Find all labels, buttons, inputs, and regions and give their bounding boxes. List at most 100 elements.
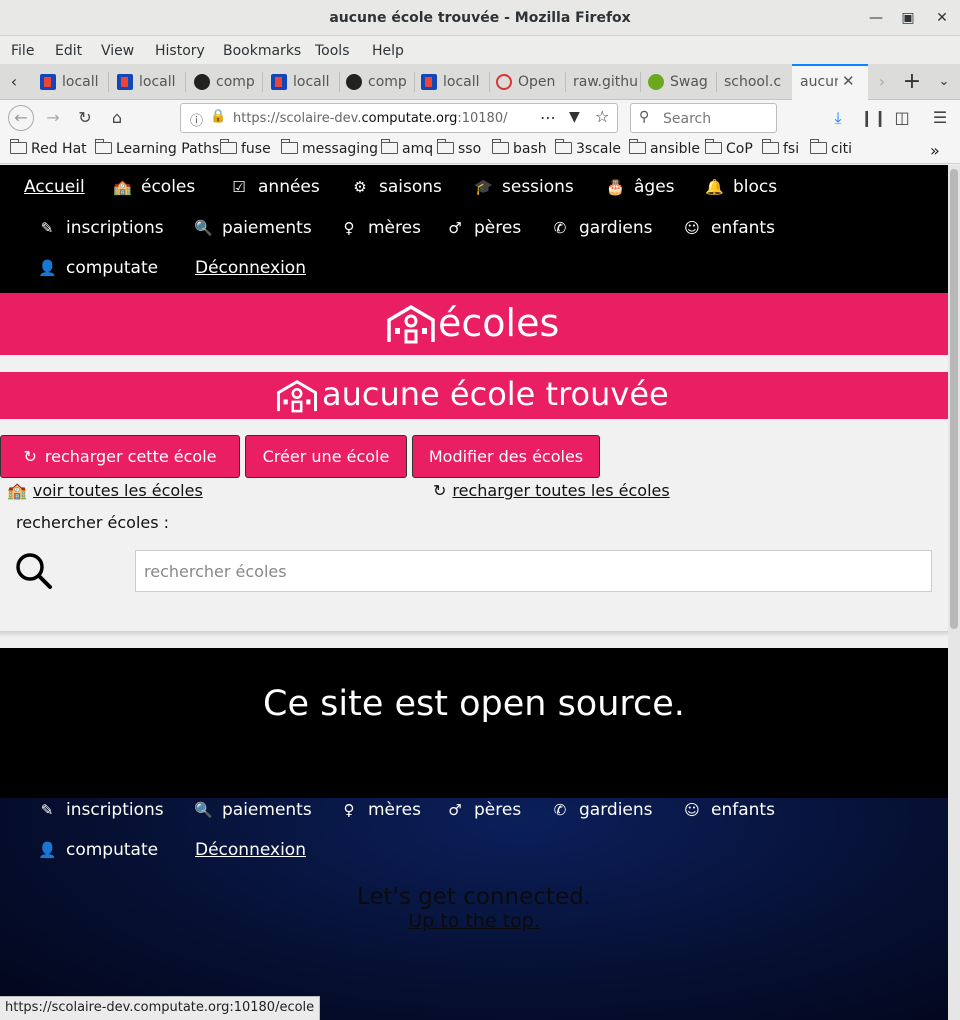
- back-icon[interactable]: ←: [8, 105, 34, 131]
- search-box[interactable]: ⚲ Search: [630, 103, 777, 133]
- browser-tab[interactable]: locall: [263, 64, 339, 100]
- url-text: https://scolaire-dev.computate.org:10180…: [233, 111, 508, 126]
- swagger-icon: [648, 74, 664, 90]
- browser-tab[interactable]: Swag: [641, 64, 717, 100]
- create-school-button[interactable]: Créer une école: [245, 435, 407, 478]
- nav-gardiens[interactable]: ✆ gardiens: [551, 218, 653, 238]
- footer-nav-peres[interactable]: ♂ pères: [446, 800, 521, 820]
- nav-saisons[interactable]: ⚙ saisons: [351, 177, 442, 197]
- pocket-icon[interactable]: ▼: [569, 109, 580, 125]
- tab-favicon-icon: [117, 74, 133, 90]
- menu-bookmarks[interactable]: Bookmarks: [223, 43, 301, 59]
- page-actions-icon[interactable]: ⋯: [540, 108, 556, 127]
- minimize-icon[interactable]: —: [866, 8, 886, 28]
- page-viewport: Accueil 🏫 écoles ☑ années ⚙ saisons 🎓 sessio…: [0, 165, 948, 1020]
- bookmark-folder[interactable]: fuse: [219, 139, 271, 157]
- tab-list-icon[interactable]: ⌄: [934, 72, 954, 92]
- url-bar[interactable]: ⓘ 🔒 https://scolaire-dev.computate.org:1…: [180, 103, 618, 133]
- bookmark-folder[interactable]: CoP: [704, 139, 753, 157]
- browser-tab[interactable]: locall: [32, 64, 108, 100]
- browser-tab[interactable]: school.c: [717, 64, 791, 100]
- reload-school-button[interactable]: ↻ recharger cette école: [0, 435, 240, 478]
- bookmark-folder[interactable]: Red Hat: [9, 139, 87, 157]
- browser-tab[interactable]: locall: [109, 64, 185, 100]
- download-icon[interactable]: ⤓: [828, 108, 848, 128]
- footer-nav-gardiens[interactable]: ✆ gardiens: [551, 800, 653, 820]
- nav-meres[interactable]: ♀ mères: [340, 218, 421, 238]
- nav-accueil[interactable]: Accueil: [24, 177, 85, 197]
- bookmark-folder[interactable]: ansible: [628, 139, 700, 157]
- bookmark-folder[interactable]: bash: [491, 139, 547, 157]
- calendar-check-icon: ☑: [232, 178, 246, 196]
- school-search-field[interactable]: [135, 550, 932, 592]
- folder-icon: [219, 139, 237, 154]
- bookmark-folder[interactable]: messaging: [280, 139, 378, 157]
- nav-inscriptions[interactable]: ✎ inscriptions: [38, 218, 164, 238]
- reload-icon[interactable]: ↻: [75, 108, 95, 128]
- nav-annees[interactable]: ☑ années: [230, 177, 319, 197]
- footer-nav-inscriptions[interactable]: ✎ inscriptions: [38, 800, 164, 820]
- nav-sessions[interactable]: 🎓 sessions: [474, 177, 574, 197]
- tab-close-icon[interactable]: ✕: [842, 72, 855, 90]
- modify-schools-button[interactable]: Modifier des écoles: [412, 435, 600, 478]
- nav-blocs[interactable]: 🔔 blocs: [705, 177, 777, 197]
- bookmark-folder[interactable]: amq: [380, 139, 433, 157]
- nav-paiements[interactable]: 🔍 paiements: [194, 218, 312, 238]
- home-icon[interactable]: ⌂: [107, 108, 127, 128]
- female-icon: ♀: [343, 219, 355, 237]
- footer-nav-enfants[interactable]: ☺ enfants: [683, 800, 775, 820]
- reload-all-schools-link[interactable]: ↻ recharger toutes les écoles: [433, 481, 670, 500]
- footer-nav-computate[interactable]: 👤 computate: [38, 840, 158, 860]
- menu-tools[interactable]: Tools: [315, 43, 350, 59]
- browser-tab[interactable]: raw.githu: [566, 64, 640, 100]
- view-all-schools-link[interactable]: 🏫 voir toutes les écoles: [7, 481, 203, 500]
- info-icon[interactable]: ⓘ: [190, 110, 203, 129]
- page-scrollbar[interactable]: [948, 165, 960, 1020]
- sidebar-icon[interactable]: ◫: [892, 108, 912, 128]
- bookmark-folder[interactable]: Learning Paths: [94, 139, 219, 157]
- menu-history[interactable]: History: [155, 43, 205, 59]
- bookmark-folder[interactable]: sso: [436, 139, 481, 157]
- close-icon[interactable]: ✕: [932, 8, 952, 28]
- bookmark-folder[interactable]: 3scale: [554, 139, 621, 157]
- navigation-toolbar: ← → ↻ ⌂ ⓘ 🔒 https://scolaire-dev.computa…: [0, 100, 960, 136]
- new-tab-icon[interactable]: +: [902, 71, 922, 93]
- browser-tab[interactable]: locall: [415, 64, 491, 100]
- nav-deconnexion[interactable]: Déconnexion: [195, 258, 306, 278]
- hamburger-menu-icon[interactable]: ☰: [930, 108, 950, 128]
- bookmarks-overflow-icon[interactable]: »: [930, 141, 940, 160]
- browser-tab[interactable]: comp: [186, 64, 262, 100]
- footer-nav-paiements[interactable]: 🔍 paiements: [194, 800, 312, 820]
- page-heading: aucune école trouvée: [0, 372, 948, 419]
- nav-computate[interactable]: 👤 computate: [38, 258, 158, 278]
- up-to-top-link[interactable]: Up to the top.: [0, 910, 948, 932]
- footer-nav-meres[interactable]: ♀ mères: [340, 800, 421, 820]
- nav-ages[interactable]: 🎂 âges: [606, 177, 675, 197]
- nav-enfants[interactable]: ☺ enfants: [683, 218, 775, 238]
- menu-file[interactable]: File: [11, 43, 34, 59]
- browser-tab[interactable]: Open: [490, 64, 566, 100]
- scrollbar-thumb[interactable]: [950, 169, 958, 629]
- menu-help[interactable]: Help: [372, 43, 404, 59]
- library-icon[interactable]: ❙❙: [860, 108, 887, 128]
- tab-scroll-right-icon[interactable]: ›: [872, 72, 892, 92]
- folder-icon: [491, 139, 509, 154]
- nav-peres[interactable]: ♂ pères: [446, 218, 521, 238]
- bookmark-folder[interactable]: fsi: [761, 139, 799, 157]
- page-banner: écoles: [0, 293, 948, 355]
- forward-icon[interactable]: →: [43, 108, 63, 128]
- browser-tab[interactable]: comp: [340, 64, 416, 100]
- folder-icon: [9, 139, 27, 154]
- nav-ecoles[interactable]: 🏫 écoles: [113, 177, 195, 197]
- bookmark-folder[interactable]: citi: [809, 139, 852, 157]
- browser-tab-active[interactable]: aucun✕: [792, 64, 868, 100]
- tab-scroll-left-icon[interactable]: ‹: [4, 72, 24, 92]
- site-top-nav: Accueil 🏫 écoles ☑ années ⚙ saisons 🎓 sessio…: [0, 165, 948, 293]
- footer-nav-deconnexion[interactable]: Déconnexion: [195, 840, 306, 860]
- maximize-icon[interactable]: ▣: [898, 8, 918, 28]
- bookmark-star-icon[interactable]: ☆: [595, 107, 609, 126]
- female-icon: ♀: [343, 801, 355, 819]
- menu-view[interactable]: View: [101, 43, 134, 59]
- menu-edit[interactable]: Edit: [55, 43, 82, 59]
- school-search-input[interactable]: [136, 551, 931, 591]
